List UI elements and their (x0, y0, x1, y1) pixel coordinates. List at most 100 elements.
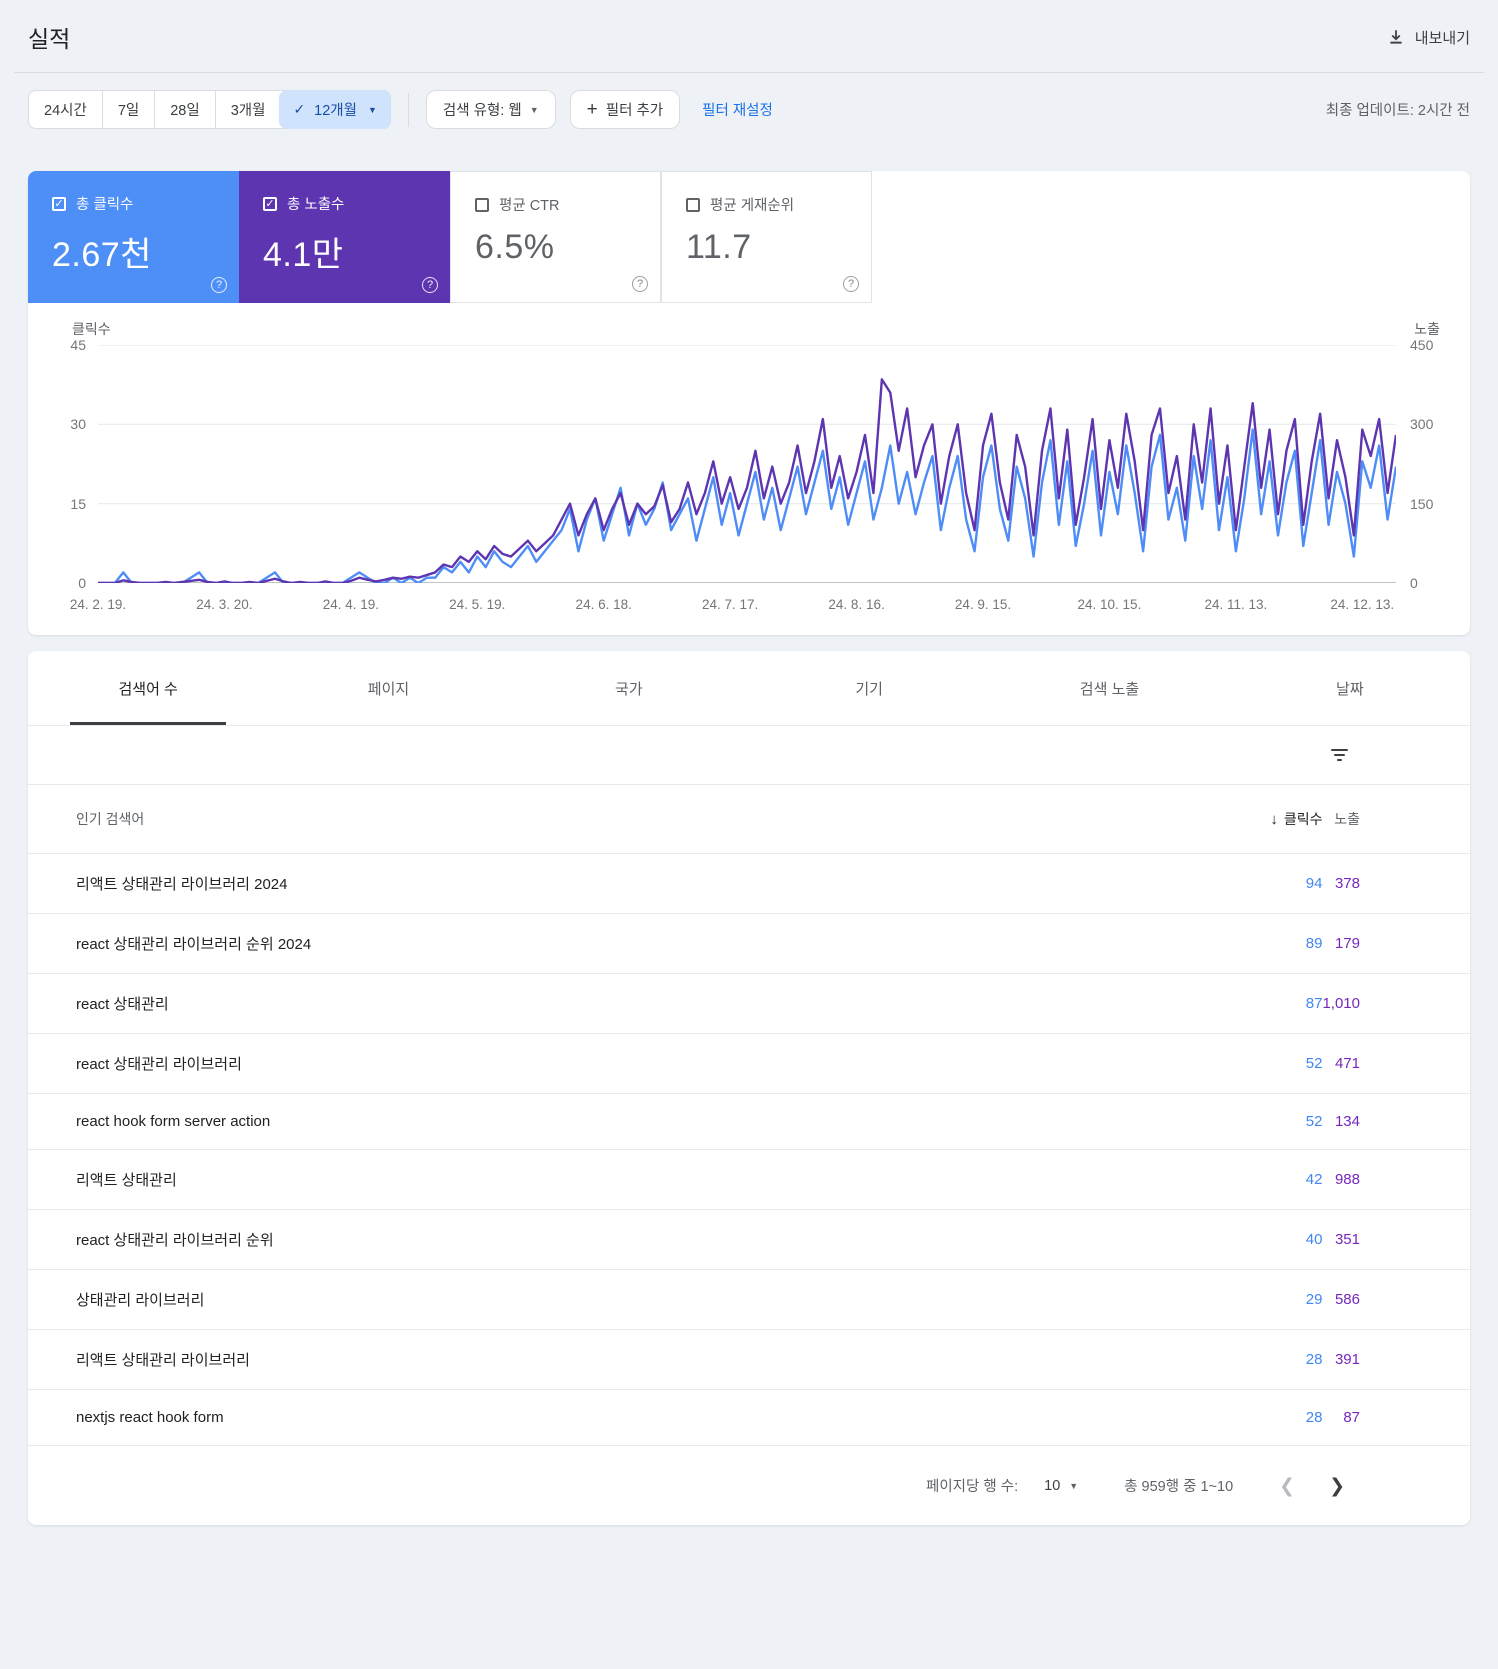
range-3m-button[interactable]: 3개월 (214, 91, 281, 128)
metric-label: 총 노출수 (287, 197, 345, 213)
tab-search-appearance[interactable]: 검색 노출 (989, 651, 1229, 725)
impressions-cell: 586 (1322, 1269, 1470, 1330)
table-row[interactable]: 리액트 상태관리 라이브러리 28 391 (28, 1329, 1470, 1390)
query-cell: nextjs react hook form (28, 1389, 1203, 1445)
impressions-cell: 988 (1322, 1149, 1470, 1210)
metric-value: 4.1만 (263, 236, 344, 274)
add-filter-button[interactable]: + 필터 추가 (569, 90, 681, 129)
tab-pages[interactable]: 페이지 (268, 651, 508, 725)
search-type-button[interactable]: 검색 유형: 웹 ▼ (425, 90, 556, 129)
range-12m-button-selected[interactable]: ✓ 12개월 ▼ (279, 90, 391, 129)
axis-tick-label: 0 (78, 575, 86, 591)
column-header-query[interactable]: 인기 검색어 (28, 784, 1203, 854)
plus-icon: + (586, 99, 598, 120)
axis-tick-label: 300 (1410, 416, 1434, 433)
filter-icon[interactable] (1325, 743, 1354, 767)
clicks-cell: 89 (1202, 913, 1323, 974)
table-row[interactable]: react 상태관리 87 1,010 (28, 973, 1470, 1034)
clicks-cell: 87 (1202, 973, 1323, 1034)
table-header-row: 인기 검색어 ↓ 클릭수 노출 (28, 784, 1470, 854)
x-axis-label: 24. 3. 20. (196, 597, 253, 612)
metric-card-avg-position[interactable]: 평균 게재순위 11.7 ? (661, 171, 872, 303)
export-button[interactable]: 내보내기 (1387, 27, 1470, 48)
help-icon[interactable]: ? (632, 276, 648, 292)
previous-page-button[interactable]: ❮ (1279, 1475, 1295, 1497)
impressions-cell: 471 (1322, 1033, 1470, 1094)
tab-dates[interactable]: 날짜 (1230, 651, 1470, 725)
x-axis-label: 24. 12. 13. (1330, 597, 1395, 612)
next-page-button[interactable]: ❯ (1329, 1475, 1345, 1497)
range-7d-button[interactable]: 7일 (101, 91, 154, 128)
reset-filters-link[interactable]: 필터 재설정 (702, 99, 773, 120)
checkbox-unchecked-icon[interactable] (686, 197, 700, 212)
x-axis-label: 24. 7. 17. (701, 597, 759, 612)
table-row[interactable]: 리액트 상태관리 42 988 (28, 1149, 1470, 1210)
impressions-cell: 179 (1322, 913, 1470, 974)
chart-plot-area[interactable] (98, 345, 1396, 583)
metric-label: 평균 CTR (499, 198, 560, 214)
x-axis-label: 24. 10. 15. (1077, 597, 1142, 612)
axis-tick-label: 450 (1410, 337, 1434, 353)
x-axis-label: 24. 5. 19. (449, 597, 506, 612)
metric-label: 평균 게재순위 (710, 198, 795, 214)
checkbox-checked-icon[interactable]: ✓ (52, 196, 66, 211)
clicks-cell: 52 (1202, 1093, 1323, 1150)
metric-cards-row: ✓ 총 클릭수 2.67천 ? ✓ 총 노출수 4.1만 ? 평균 CTR 6.… (28, 171, 1470, 303)
tab-countries[interactable]: 국가 (509, 651, 749, 725)
rows-per-page-select[interactable]: 10 ▼ (1044, 1478, 1078, 1494)
help-icon[interactable]: ? (843, 276, 859, 292)
range-12m-label: 12개월 (314, 103, 357, 119)
x-axis-label: 24. 8. 16. (828, 597, 885, 612)
table-row[interactable]: 상태관리 라이브러리 29 586 (28, 1269, 1470, 1330)
query-cell: 리액트 상태관리 라이브러리 (28, 1329, 1203, 1390)
table-row[interactable]: nextjs react hook form 28 87 (28, 1389, 1470, 1445)
check-icon: ✓ (293, 101, 306, 117)
x-axis-label: 24. 9. 15. (954, 597, 1012, 612)
toolbar-divider (407, 92, 409, 127)
table-row[interactable]: react hook form server action 52 134 (28, 1093, 1470, 1150)
query-cell: 리액트 상태관리 라이브러리 2024 (28, 853, 1203, 914)
column-header-clicks[interactable]: ↓ 클릭수 (1202, 784, 1323, 854)
date-range-group: 24시간 7일 28일 3개월 ✓ 12개월 ▼ (28, 90, 391, 129)
dimension-tabs: 검색어 수 페이지 국가 기기 검색 노출 날짜 (28, 651, 1470, 725)
clicks-cell: 40 (1202, 1209, 1323, 1270)
metric-card-total-clicks[interactable]: ✓ 총 클릭수 2.67천 ? (28, 171, 239, 303)
chart-line-clicks (98, 430, 1396, 583)
checkbox-checked-icon[interactable]: ✓ (263, 196, 277, 211)
query-cell: 상태관리 라이브러리 (28, 1269, 1203, 1330)
table-row[interactable]: 리액트 상태관리 라이브러리 2024 94 378 (28, 853, 1470, 914)
left-axis-title: 클릭수 (72, 321, 111, 337)
tab-devices[interactable]: 기기 (749, 651, 989, 725)
help-icon[interactable]: ? (422, 277, 438, 293)
query-cell: react 상태관리 라이브러리 순위 2024 (28, 913, 1203, 974)
clicks-cell: 94 (1202, 853, 1323, 914)
x-axis-label: 24. 4. 19. (322, 597, 379, 612)
checkbox-unchecked-icon[interactable] (475, 197, 489, 212)
page-title: 실적 (28, 26, 71, 52)
impressions-cell: 1,010 (1322, 973, 1470, 1034)
queries-table: 인기 검색어 ↓ 클릭수 노출 리액트 상태관리 라이브러리 2024 94 37… (28, 784, 1470, 1445)
chevron-down-icon: ▼ (1069, 1480, 1079, 1491)
table-pagination: 페이지당 행 수: 10 ▼ 총 959행 중 1~10 ❮ ❯ (28, 1445, 1470, 1525)
impressions-cell: 378 (1322, 853, 1470, 914)
query-cell: 리액트 상태관리 (28, 1149, 1203, 1210)
add-filter-label: 필터 추가 (605, 103, 664, 119)
axis-tick-label: 150 (1410, 495, 1434, 512)
chevron-down-icon: ▼ (367, 104, 377, 115)
table-row[interactable]: react 상태관리 라이브러리 순위 40 351 (28, 1209, 1470, 1270)
table-row[interactable]: react 상태관리 라이브러리 52 471 (28, 1033, 1470, 1094)
table-row[interactable]: react 상태관리 라이브러리 순위 2024 89 179 (28, 913, 1470, 974)
metric-card-total-impressions[interactable]: ✓ 총 노출수 4.1만 ? (239, 171, 450, 303)
metric-card-avg-ctr[interactable]: 평균 CTR 6.5% ? (450, 171, 661, 303)
right-axis-ticks: 450 300 150 0 (1396, 337, 1448, 591)
x-axis-ticks: 24. 2. 19. 24. 3. 20. 24. 4. 19. 24. 5. 19.… (70, 591, 1396, 621)
help-icon[interactable]: ? (211, 277, 227, 293)
query-cell: react 상태관리 (28, 973, 1203, 1034)
axis-tick-label: 30 (70, 416, 86, 433)
rows-per-page-label: 페이지당 행 수: (925, 1479, 1019, 1495)
range-24h-button[interactable]: 24시간 (29, 91, 102, 128)
column-header-impressions[interactable]: 노출 (1322, 784, 1470, 854)
axis-tick-label: 15 (70, 495, 86, 512)
tab-queries[interactable]: 검색어 수 (28, 651, 268, 725)
range-28d-button[interactable]: 28일 (154, 91, 214, 128)
